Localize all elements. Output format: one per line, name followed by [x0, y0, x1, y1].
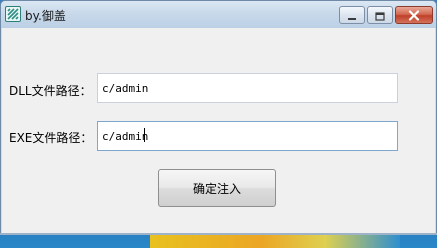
close-icon	[408, 6, 420, 25]
close-button[interactable]	[395, 6, 433, 24]
exe-path-label: EXE文件路径：	[9, 131, 93, 145]
minimize-button[interactable]	[339, 6, 365, 24]
app-window: by.御盖 DLL文件路径： EXE文件路径： 确定注入	[0, 0, 437, 235]
window-title: by.御盖	[25, 9, 66, 23]
minimize-icon	[347, 6, 357, 25]
maximize-icon	[375, 6, 385, 25]
window-bottom-border	[0, 233, 437, 235]
dll-path-label: DLL文件路径：	[9, 84, 92, 98]
inject-button[interactable]: 确定注入	[158, 169, 276, 207]
app-logo-icon	[5, 6, 21, 22]
window-client-area: DLL文件路径： EXE文件路径： 确定注入	[2, 28, 435, 234]
title-bar[interactable]: by.御盖	[1, 1, 436, 28]
maximize-button[interactable]	[367, 6, 393, 24]
text-caret	[144, 128, 145, 142]
exe-path-input[interactable]	[97, 121, 398, 151]
dll-path-input[interactable]	[97, 73, 398, 103]
